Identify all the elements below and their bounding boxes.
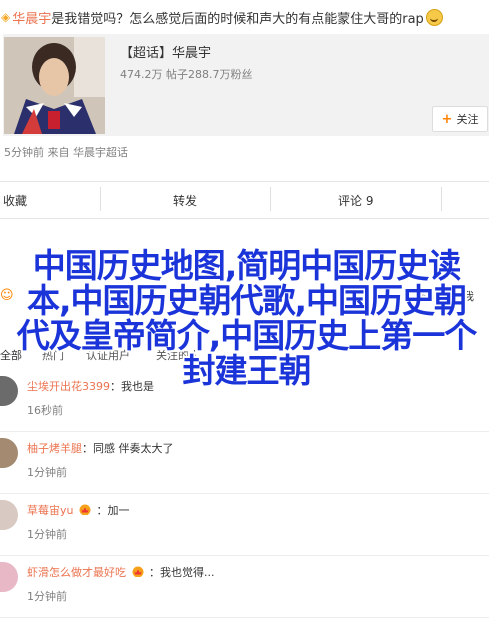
comment-time: 1分钟前 — [27, 590, 67, 603]
follow-button[interactable]: + 关注 — [432, 106, 488, 132]
post-title-line: ◈ 华晨宇 是我错觉吗？怎么感觉后面的时候和声大的有点能蒙住大哥的rap — [0, 0, 489, 34]
crown-icon — [79, 504, 91, 515]
divider — [0, 617, 489, 618]
comment-line: 柚子烤羊腿：同感 伴奏太大了 — [27, 442, 174, 455]
avatar[interactable] — [0, 438, 18, 468]
emoji-icon[interactable]: ☺ — [0, 288, 14, 303]
post-time: 5分钟前 — [4, 146, 44, 159]
plus-icon: + — [441, 111, 453, 127]
action-divider — [100, 187, 101, 211]
comment-item: 虾滑怎么做才最好吃 ：我也觉得... 1分钟前 — [0, 556, 489, 618]
divider — [0, 181, 489, 182]
divider — [0, 218, 489, 219]
post-title-text: 是我错觉吗？怎么感觉后面的时候和声大的有点能蒙住大哥的rap — [51, 11, 424, 27]
post-meta: 5分钟前 来自 华晨宇超话 — [4, 144, 128, 160]
comment-time: 1分钟前 — [27, 466, 67, 479]
crown-icon — [132, 566, 143, 577]
topic-stats: 474.2万 帖子288.7万粉丝 — [120, 68, 253, 81]
repost-button[interactable]: 转发 — [173, 183, 197, 217]
laughing-emoji-icon — [425, 8, 443, 26]
comment-text: 同感 伴奏太大了 — [93, 442, 174, 455]
post-source-link[interactable]: 华晨宇超话 — [73, 146, 128, 159]
comment-item: 柚子烤羊腿：同感 伴奏太大了 1分钟前 — [0, 432, 489, 494]
comment-user[interactable]: 柚子烤羊腿 — [27, 442, 82, 455]
comment-text: 我也觉得... — [160, 566, 215, 579]
favorite-button[interactable]: 收藏 — [3, 183, 27, 217]
comment-item: 草莓宙yu ：加一 1分钟前 — [0, 494, 489, 556]
comment-user[interactable]: 草莓宙yu — [27, 504, 73, 517]
post-author-link[interactable]: 华晨宇 — [12, 8, 51, 27]
source-prefix: 来自 — [47, 146, 70, 159]
action-divider — [441, 187, 442, 211]
follow-label: 关注 — [456, 113, 479, 126]
avatar[interactable] — [0, 500, 18, 530]
comment-time: 1分钟前 — [27, 528, 67, 541]
action-divider — [270, 187, 271, 211]
comment-time: 16秒前 — [27, 404, 63, 417]
comment-text: 加一 — [107, 504, 130, 517]
comment-line: 虾滑怎么做才最好吃 ：我也觉得... — [27, 566, 215, 579]
action-bar: 收藏 转发 评论 9 — [0, 183, 489, 217]
comment-line: 草莓宙yu ：加一 — [27, 504, 130, 517]
avatar[interactable] — [0, 562, 18, 592]
topic-avatar-photo[interactable] — [4, 37, 105, 134]
diamond-icon: ◈ — [1, 10, 11, 24]
topic-name[interactable]: 【超话】华晨宇 — [120, 42, 211, 61]
overlay-headline: 中国历史地图,简明中国历史读本,中国历史朝代歌,中国历史朝代及皇帝简介,中国历史… — [16, 246, 478, 390]
comment-user[interactable]: 虾滑怎么做才最好吃 — [27, 566, 126, 579]
comment-button[interactable]: 评论 9 — [338, 183, 373, 217]
